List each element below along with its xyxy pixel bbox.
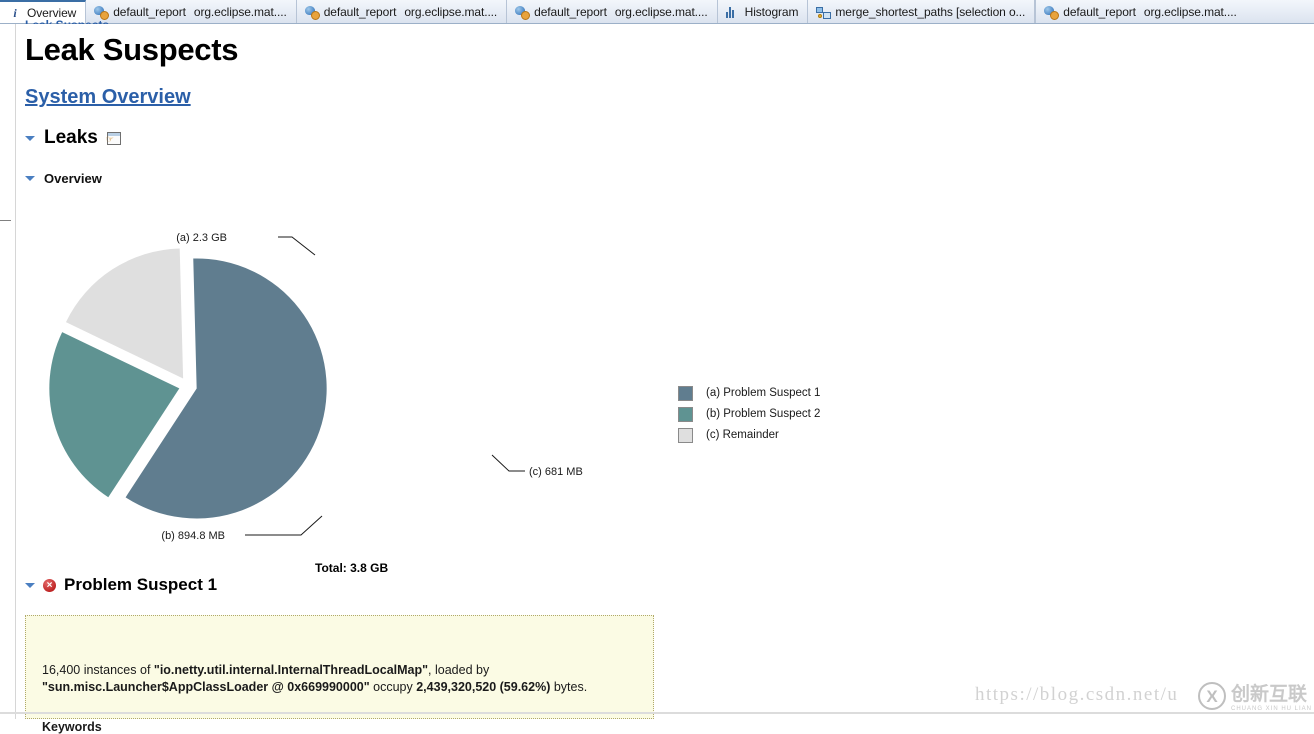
legend-label-b: (b) Problem Suspect 2: [706, 408, 821, 420]
callout-line-c: [491, 454, 525, 472]
overview-section-title: Overview: [44, 171, 102, 186]
report-window-icon[interactable]: ☞: [106, 131, 121, 145]
legend-item[interactable]: (a) Problem Suspect 1: [678, 383, 820, 403]
left-gutter: [0, 24, 16, 719]
chevron-down-icon[interactable]: [25, 135, 35, 141]
error-icon: ×: [43, 578, 56, 592]
bottom-rule: [0, 712, 1314, 714]
editor-tab-2[interactable]: default_report org.eclipse.mat....: [297, 0, 508, 23]
tab-label: default_report: [1063, 4, 1136, 19]
editor-tab-1[interactable]: default_report org.eclipse.mat....: [86, 0, 297, 23]
legend-swatch-a: [678, 385, 693, 401]
legend-item[interactable]: (c) Remainder: [678, 425, 820, 445]
legend-swatch-b: [678, 406, 693, 422]
page-title: Leak Suspects: [25, 32, 239, 67]
merge-icon: [816, 5, 832, 19]
editor-tab-5[interactable]: merge_shortest_paths [selection o...: [808, 0, 1036, 23]
problem-suspect-header[interactable]: × Problem Suspect 1: [25, 575, 217, 595]
brand-name: 创新互联 CHUANG XIN HU LIAN: [1231, 684, 1313, 712]
report-icon: [304, 5, 320, 20]
legend-item[interactable]: (b) Problem Suspect 2: [678, 404, 820, 424]
tab-label: merge_shortest_paths [selection o...: [835, 4, 1026, 19]
overview-section-header[interactable]: Overview: [25, 171, 102, 186]
pie-total-label: Total: 3.8 GB: [315, 561, 389, 575]
chevron-down-icon[interactable]: [25, 176, 35, 181]
report-icon: [515, 5, 531, 20]
editor-tab-bar: i Overview default_report org.eclipse.mat..…: [0, 0, 1314, 24]
leak-suspects-pie-chart: (a) 2.3 GB (b) 894.8 MB (c) 681 MB Total…: [25, 204, 865, 584]
legend-label-c: (c) Remainder: [706, 429, 779, 441]
editor-tab-4[interactable]: Histogram: [718, 0, 809, 23]
leaks-section-title: Leaks: [44, 127, 98, 148]
chevron-down-icon[interactable]: [25, 582, 35, 588]
tab-sublabel: org.eclipse.mat....: [404, 4, 498, 19]
legend-label-a: (a) Problem Suspect 1: [706, 387, 821, 399]
gutter-divider: [0, 220, 11, 221]
leaks-section-header[interactable]: Leaks ☞: [25, 127, 121, 149]
info-icon: i: [13, 5, 17, 20]
pie-label-b: (b) 894.8 MB: [161, 530, 225, 542]
report-icon: [94, 5, 110, 20]
pie-legend: (a) Problem Suspect 1 (b) Problem Suspec…: [678, 383, 820, 446]
problem-suspect-description-box: 16,400 instances of "io.netty.util.inter…: [25, 615, 654, 734]
report-icon: [1044, 5, 1060, 20]
histogram-icon: [725, 5, 740, 19]
problem-suspect-title: Problem Suspect 1: [64, 575, 218, 594]
watermark-brand: X 创新互联 CHUANG XIN HU LIAN: [1198, 679, 1312, 712]
report-content: Leak Suspects System Overview Leaks ☞ Ov…: [17, 24, 1314, 734]
callout-line-b: [245, 515, 323, 536]
watermark-url: https://blog.csdn.net/u: [975, 684, 1179, 705]
system-overview-link[interactable]: System Overview: [25, 86, 191, 109]
tab-sublabel: org.eclipse.mat....: [193, 4, 287, 19]
legend-swatch-c: [678, 427, 693, 443]
editor-tab-3[interactable]: default_report org.eclipse.mat....: [507, 0, 718, 23]
tab-sublabel: org.eclipse.mat....: [1143, 4, 1237, 19]
pie-label-c: (c) 681 MB: [529, 466, 583, 478]
tab-label: Histogram: [744, 4, 799, 19]
callout-line-a: [278, 236, 316, 256]
keywords-heading: Keywords: [42, 720, 102, 734]
editor-tab-6[interactable]: default_report org.eclipse.mat....: [1035, 0, 1245, 23]
tab-label: default_report: [534, 4, 607, 19]
problem-suspect-description: 16,400 instances of "io.netty.util.inter…: [42, 663, 588, 694]
pie-label-a: (a) 2.3 GB: [176, 232, 227, 244]
tab-sublabel: org.eclipse.mat....: [614, 4, 708, 19]
brand-mark-icon: X: [1198, 681, 1226, 710]
tab-label: default_report: [323, 4, 397, 19]
tab-label: default_report: [113, 4, 186, 19]
